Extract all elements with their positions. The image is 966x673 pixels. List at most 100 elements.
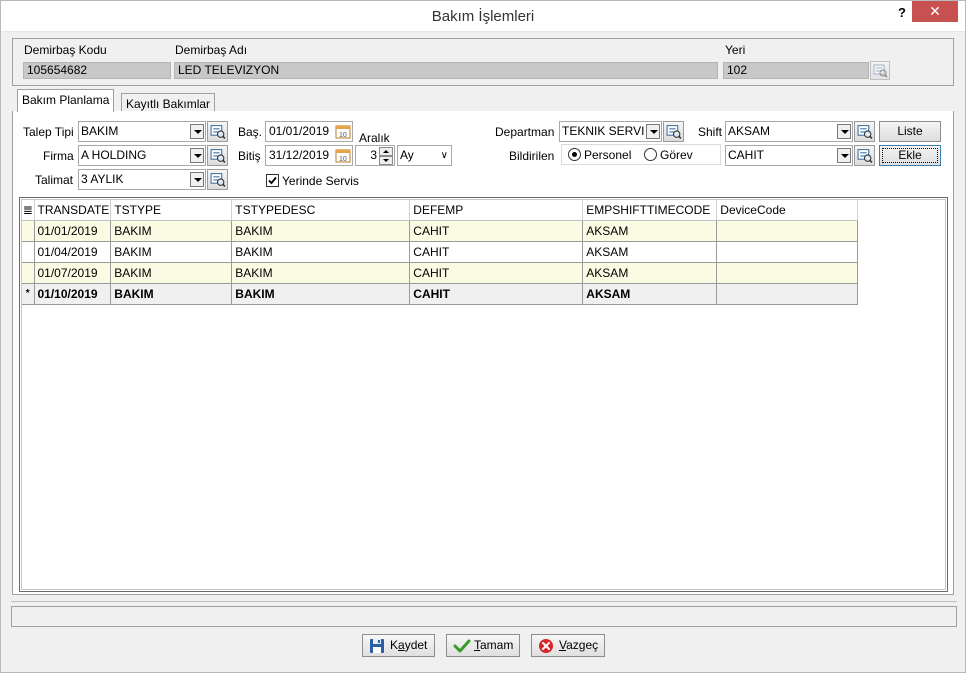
- grid-viewport[interactable]: ≣ TRANSDATE TSTYPE TSTYPEDESC DEFEMP EMP…: [21, 199, 946, 590]
- table-cell[interactable]: CAHIT: [409, 283, 584, 305]
- status-panel: [11, 606, 957, 627]
- save-button-label: Kaydet: [390, 638, 428, 652]
- asset-name-field[interactable]: LED TELEVIZYON: [174, 62, 718, 79]
- person-combo[interactable]: CAHIT: [725, 145, 853, 166]
- table-cell[interactable]: 01/04/2019: [34, 241, 112, 263]
- stepper-down-icon[interactable]: [379, 156, 393, 165]
- asset-code-field[interactable]: 105654682: [23, 62, 171, 79]
- table-cell[interactable]: CAHIT: [409, 220, 584, 242]
- table-cell[interactable]: CAHIT: [409, 262, 584, 284]
- table-cell[interactable]: [716, 241, 859, 263]
- yerinde-servis-checkbox[interactable]: [266, 174, 279, 187]
- row-indicator[interactable]: [22, 262, 35, 284]
- calendar-icon[interactable]: 10: [335, 124, 351, 139]
- talep-tipi-lookup-button[interactable]: [207, 121, 228, 142]
- grid-header-indicator[interactable]: ≣: [22, 200, 35, 221]
- personel-radio[interactable]: [568, 148, 581, 161]
- table-cell[interactable]: BAKIM: [231, 283, 411, 305]
- lookup-icon: [857, 149, 873, 163]
- help-button[interactable]: ?: [891, 3, 913, 25]
- shift-combo[interactable]: AKSAM: [725, 121, 853, 142]
- ekle-button[interactable]: Ekle: [879, 145, 941, 166]
- table-cell[interactable]: AKSAM: [582, 241, 718, 263]
- chevron-down-icon[interactable]: [190, 148, 204, 163]
- table-cell[interactable]: BAKIM: [231, 241, 411, 263]
- location-lookup-button[interactable]: [870, 61, 890, 80]
- chevron-down-icon[interactable]: [646, 124, 660, 139]
- bitis-label: Bitiş: [238, 149, 261, 163]
- table-cell[interactable]: BAKIM: [110, 283, 233, 305]
- aralik-unit-combo[interactable]: Ay ∨: [397, 145, 452, 166]
- liste-button[interactable]: Liste: [879, 121, 941, 142]
- chevron-down-icon[interactable]: [837, 124, 851, 139]
- column-header-devicecode[interactable]: DeviceCode: [716, 200, 859, 221]
- firma-value: A HOLDING: [81, 148, 147, 162]
- ok-button[interactable]: Tamam: [446, 634, 520, 657]
- column-header-tstype[interactable]: TSTYPE: [110, 200, 233, 221]
- chevron-down-icon[interactable]: [854, 63, 868, 78]
- checkmark-icon: [268, 176, 277, 185]
- checkmark-icon: [453, 639, 471, 653]
- table-row[interactable]: 01/07/2019 BAKIM BAKIM CAHIT AKSAM: [22, 262, 859, 284]
- cancel-button-label: Vazgeç: [559, 638, 599, 652]
- shift-lookup-button[interactable]: [854, 121, 875, 142]
- gorev-radio[interactable]: [644, 148, 657, 161]
- departman-combo[interactable]: TEKNIK SERVI: [559, 121, 662, 142]
- bas-label: Baş.: [238, 125, 263, 139]
- chevron-down-icon[interactable]: [837, 148, 851, 163]
- talimat-combo[interactable]: 3 AYLIK: [78, 169, 206, 190]
- talimat-lookup-button[interactable]: [207, 169, 228, 190]
- chevron-down-icon[interactable]: [190, 124, 204, 139]
- firma-combo[interactable]: A HOLDING: [78, 145, 206, 166]
- dialog-window: Bakım İşlemleri ? ✕ Demirbaş Kodu 105654…: [0, 0, 966, 673]
- table-cell[interactable]: [716, 262, 859, 284]
- table-cell[interactable]: 01/07/2019: [34, 262, 112, 284]
- save-button[interactable]: Kaydet: [362, 634, 435, 657]
- chevron-down-icon[interactable]: [190, 172, 204, 187]
- lookup-icon: [666, 125, 682, 139]
- start-date-field[interactable]: 01/01/2019 10: [265, 121, 353, 142]
- table-cell[interactable]: AKSAM: [582, 283, 718, 305]
- table-row[interactable]: 01/01/2019 BAKIM BAKIM CAHIT AKSAM: [22, 220, 859, 242]
- column-header-defemp[interactable]: DEFEMP: [409, 200, 584, 221]
- table-cell[interactable]: [716, 220, 859, 242]
- column-header-empshifttimecode[interactable]: EMPSHIFTTIMECODE: [582, 200, 718, 221]
- row-indicator[interactable]: [22, 220, 35, 242]
- end-date-field[interactable]: 31/12/2019 10: [265, 145, 353, 166]
- column-header-tstypedesc[interactable]: TSTYPEDESC: [231, 200, 411, 221]
- table-cell[interactable]: BAKIM: [231, 220, 411, 242]
- location-combo[interactable]: 102: [723, 62, 869, 79]
- table-cell[interactable]: CAHIT: [409, 241, 584, 263]
- tab-bakim-planlama[interactable]: Bakım Planlama: [17, 89, 115, 112]
- table-cell[interactable]: AKSAM: [582, 262, 718, 284]
- talep-tipi-combo[interactable]: BAKIM: [78, 121, 206, 142]
- departman-lookup-button[interactable]: [663, 121, 684, 142]
- firma-label: Firma: [43, 149, 74, 163]
- firma-lookup-button[interactable]: [207, 145, 228, 166]
- close-button[interactable]: ✕: [912, 1, 958, 22]
- new-table-row[interactable]: * 01/10/2019 BAKIM BAKIM CAHIT AKSAM: [22, 283, 859, 305]
- table-cell[interactable]: BAKIM: [110, 220, 233, 242]
- chevron-down-icon[interactable]: ∨: [441, 146, 448, 165]
- table-row[interactable]: 01/04/2019 BAKIM BAKIM CAHIT AKSAM: [22, 241, 859, 263]
- table-cell[interactable]: 01/01/2019: [34, 220, 112, 242]
- cancel-button[interactable]: Vazgeç: [531, 634, 605, 657]
- table-cell[interactable]: BAKIM: [110, 241, 233, 263]
- calendar-icon[interactable]: 10: [335, 148, 351, 163]
- table-cell[interactable]: [716, 283, 859, 305]
- person-lookup-button[interactable]: [854, 145, 875, 166]
- bildirilen-label: Bildirilen: [509, 149, 555, 163]
- new-row-indicator[interactable]: *: [22, 283, 35, 305]
- talimat-value: 3 AYLIK: [81, 172, 124, 186]
- start-date-value: 01/01/2019: [269, 124, 330, 138]
- table-cell[interactable]: BAKIM: [110, 262, 233, 284]
- table-cell[interactable]: AKSAM: [582, 220, 718, 242]
- aralik-stepper[interactable]: 3: [355, 145, 395, 166]
- lookup-icon: [210, 149, 226, 163]
- cancel-icon: [539, 639, 553, 653]
- column-header-transdate[interactable]: TRANSDATE: [34, 200, 112, 221]
- table-cell[interactable]: BAKIM: [231, 262, 411, 284]
- table-cell[interactable]: 01/10/2019: [34, 283, 112, 305]
- stepper-up-icon[interactable]: [379, 147, 393, 156]
- row-indicator[interactable]: [22, 241, 35, 263]
